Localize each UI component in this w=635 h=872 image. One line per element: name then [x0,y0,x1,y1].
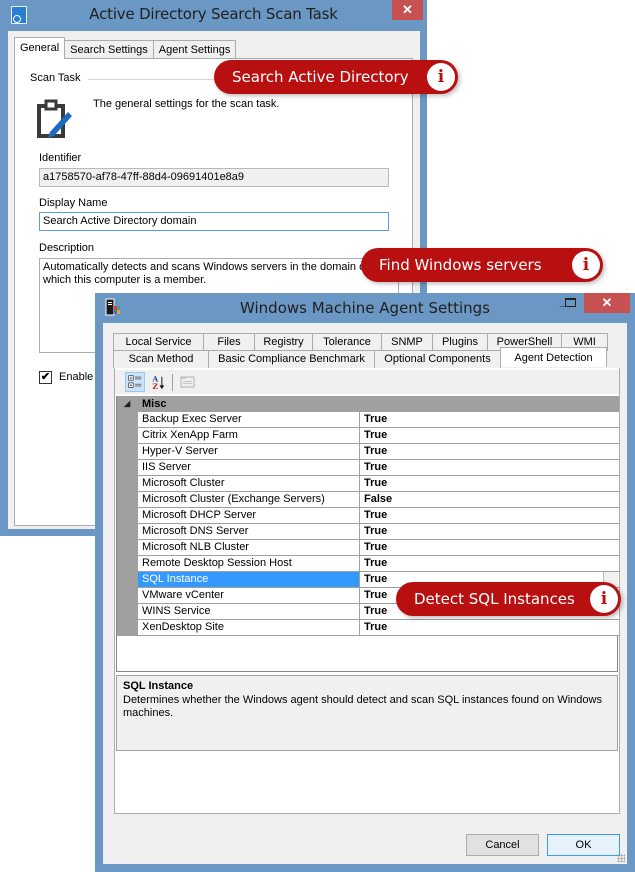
property-row[interactable]: Remote Desktop Session Host True [138,556,619,572]
property-row[interactable]: Hyper-V Server True [138,444,619,460]
callout-search-active-directory: Search Active Directory i [214,60,458,94]
cancel-button[interactable]: Cancel [466,834,539,856]
property-row[interactable]: Microsoft Cluster True [138,476,619,492]
tab-files[interactable]: Files [203,333,255,351]
tab-optional-components[interactable]: Optional Components [374,350,501,368]
window-title: Active Directory Search Scan Task [89,5,338,23]
property-name[interactable]: Microsoft NLB Cluster [138,540,360,556]
tab-snmp[interactable]: SNMP [381,333,433,351]
tab-agent-settings[interactable]: Agent Settings [152,40,237,59]
callout-detect-sql-instances: Detect SQL Instances i [396,582,621,616]
property-value[interactable]: True [360,412,619,428]
info-icon: i [572,251,600,279]
display-name-label: Display Name [39,197,108,209]
toolbar-separator [172,374,173,391]
category-name: Misc [142,398,167,410]
info-icon: i [427,63,455,91]
property-value[interactable]: True [360,460,619,476]
property-row[interactable]: Microsoft DHCP Server True [138,508,619,524]
property-value[interactable]: True [360,428,619,444]
property-name[interactable]: Microsoft DNS Server [138,524,360,540]
help-text: Determines whether the Windows agent sho… [123,694,602,719]
category-row-misc[interactable]: ◢ Misc [117,396,619,412]
tab-registry[interactable]: Registry [254,333,313,351]
clipboard-edit-icon [37,99,72,138]
scan-task-group-label: Scan Task [30,72,81,84]
tab-basic-compliance-benchmark[interactable]: Basic Compliance Benchmark [208,350,375,368]
display-name-field[interactable]: Search Active Directory domain [39,212,389,231]
tab-strip: General Search Settings Agent Settings [14,37,237,59]
property-row[interactable]: XenDesktop Site True [138,620,619,636]
property-row[interactable]: Backup Exec Server True [138,412,619,428]
property-row[interactable]: Microsoft NLB Cluster True [138,540,619,556]
tab-plugins[interactable]: Plugins [432,333,488,351]
callout-label: Search Active Directory [232,68,409,86]
ok-button[interactable]: OK [547,834,620,856]
property-row[interactable]: Citrix XenApp Farm True [138,428,619,444]
property-name[interactable]: IIS Server [138,460,360,476]
property-pages-icon[interactable] [177,372,197,392]
tab-tolerance[interactable]: Tolerance [312,333,382,351]
property-value[interactable]: True [360,556,619,572]
property-name[interactable]: Microsoft Cluster [138,476,360,492]
property-name[interactable]: Microsoft DHCP Server [138,508,360,524]
property-name[interactable]: Backup Exec Server [138,412,360,428]
property-name[interactable]: Citrix XenApp Farm [138,428,360,444]
property-value[interactable]: True [360,476,619,492]
property-value[interactable]: True [360,524,619,540]
property-name[interactable]: Remote Desktop Session Host [138,556,360,572]
tab-local-service[interactable]: Local Service [113,333,204,351]
tab-general[interactable]: General [14,37,66,59]
property-name[interactable]: Microsoft Cluster (Exchange Servers) [138,492,360,508]
help-pane: SQL Instance Determines whether the Wind… [116,675,618,751]
general-settings-description: The general settings for the scan task. [93,98,280,110]
close-button[interactable]: ✕ [392,0,423,20]
svg-text:Z: Z [152,382,158,391]
callout-find-windows-servers: Find Windows servers i [361,248,603,282]
identifier-label: Identifier [39,152,82,164]
alphabetical-sort-icon[interactable]: A Z [149,372,169,392]
enable-checkbox-label: Enable t [59,371,100,383]
resize-grip[interactable] [617,854,625,862]
property-value[interactable]: False [360,492,619,508]
callout-label: Find Windows servers [379,256,542,274]
callout-label: Detect SQL Instances [414,590,575,608]
tab-search-settings[interactable]: Search Settings [64,40,154,59]
property-row[interactable]: IIS Server True [138,460,619,476]
description-label: Description [39,242,95,254]
close-button[interactable]: ✕ [584,293,630,313]
tab-agent-detection[interactable]: Agent Detection [500,347,607,367]
property-name[interactable]: SQL Instance [138,572,360,588]
property-row[interactable]: Microsoft DNS Server True [138,524,619,540]
property-grid-toolbar: A Z [115,370,619,394]
info-icon: i [590,585,618,613]
identifier-field[interactable]: a1758570-af78-47ff-88d4-09691401e8a9 [39,168,389,187]
property-row[interactable]: Microsoft Cluster (Exchange Servers) Fals… [138,492,619,508]
property-value[interactable]: True [360,620,619,636]
categorized-view-icon[interactable] [125,372,145,392]
enable-checkbox[interactable]: ✔ [39,371,52,384]
property-name[interactable]: VMware vCenter [138,588,360,604]
grid-gutter [117,396,138,636]
tab-scan-method[interactable]: Scan Method [113,350,209,368]
maximize-button[interactable] [565,298,576,307]
property-value[interactable]: True [360,444,619,460]
property-grid: ◢ Misc Backup Exec Server True Citrix XenA… [116,396,619,672]
tab-row-2: Scan Method Basic Compliance Benchmark O… [113,347,607,368]
property-value[interactable]: True [360,508,619,524]
property-value[interactable]: True [360,540,619,556]
property-name[interactable]: Hyper-V Server [138,444,360,460]
help-title: SQL Instance [123,680,194,692]
collapse-icon[interactable]: ◢ [124,396,130,412]
property-name[interactable]: XenDesktop Site [138,620,360,636]
property-name[interactable]: WINS Service [138,604,360,620]
